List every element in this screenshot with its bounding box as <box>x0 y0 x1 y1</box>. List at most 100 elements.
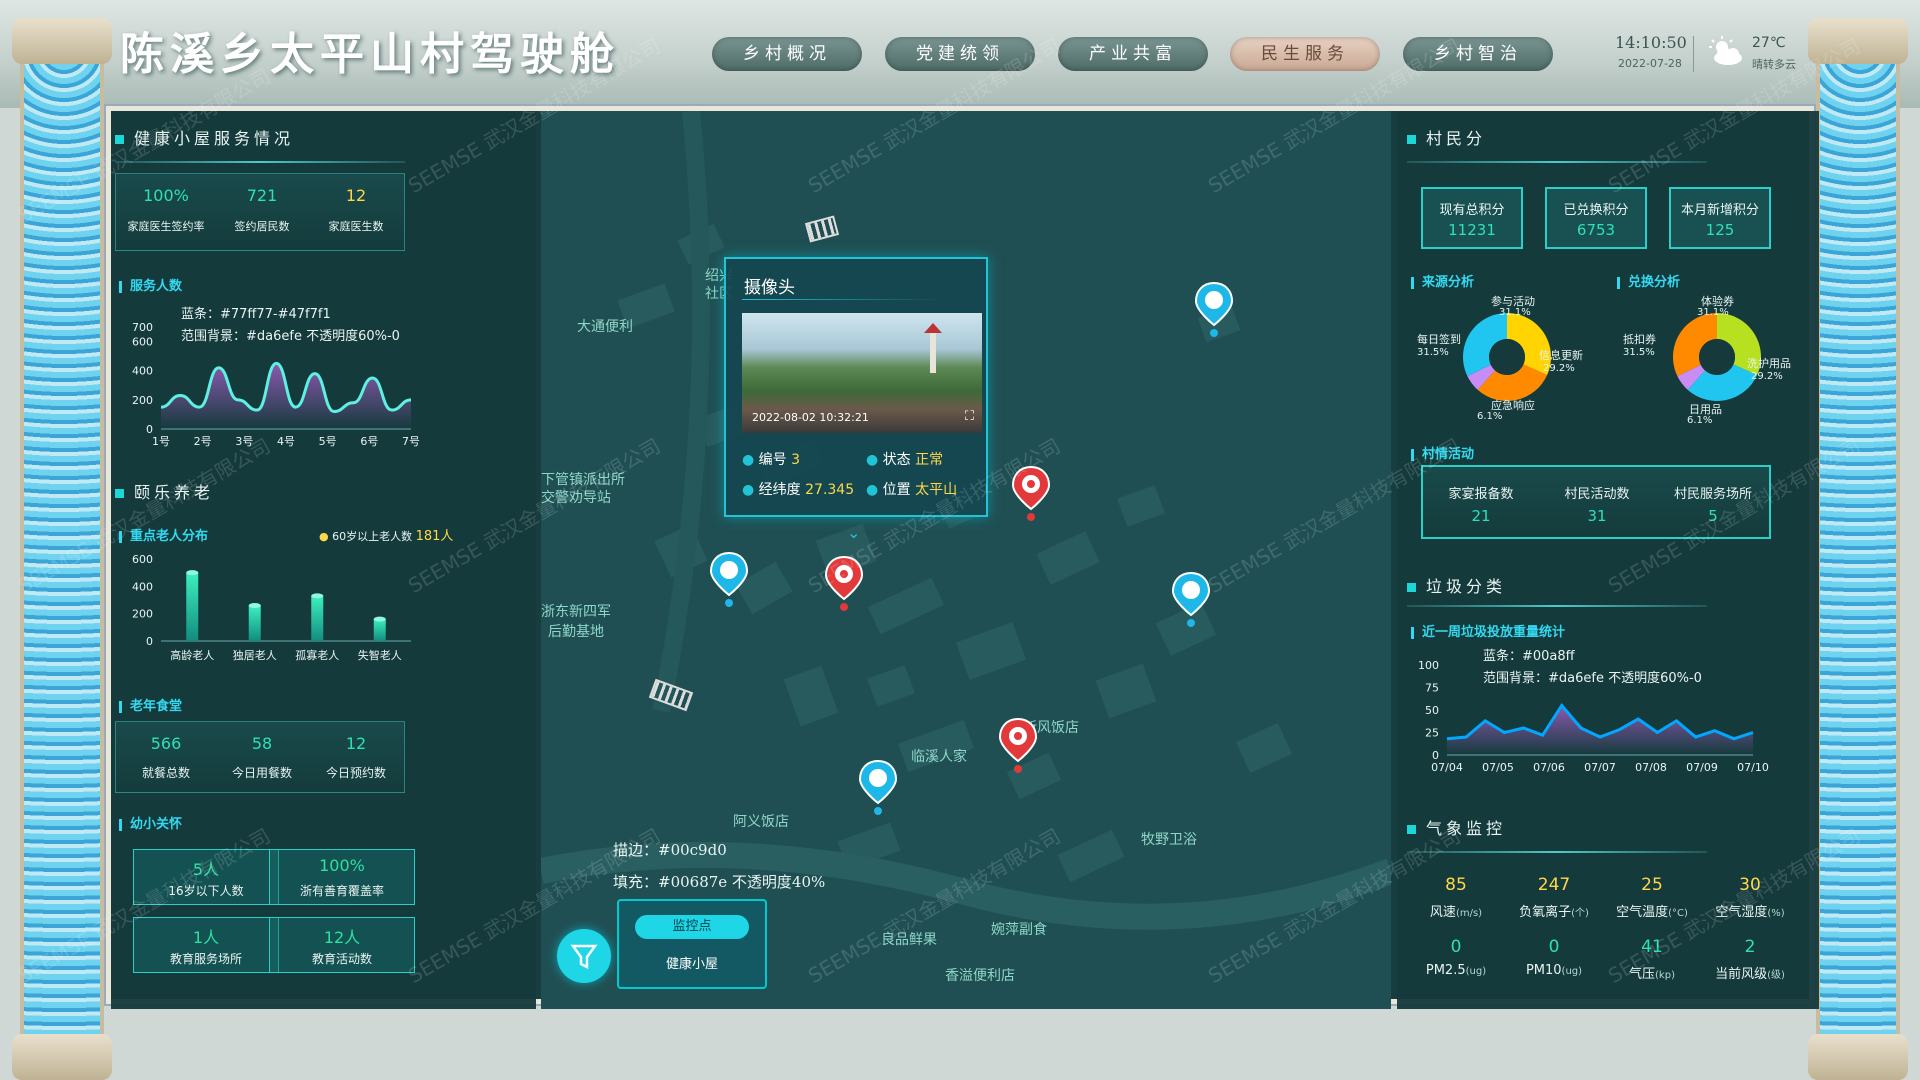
y-tick-label: 400 <box>132 580 153 593</box>
pie-value: 31.1% <box>1499 307 1531 318</box>
child-box[interactable]: 12人 教育活动数 <box>269 917 415 973</box>
x-tick-label: 07/10 <box>1737 761 1769 774</box>
activity-label: 村民服务场所 <box>1673 487 1752 502</box>
legend-health-hut[interactable]: 健康小屋 <box>619 953 765 972</box>
x-tick-label: 高龄老人 <box>170 648 214 662</box>
divider <box>1407 161 1707 163</box>
x-tick-label: 孤寡老人 <box>295 648 339 662</box>
points-box[interactable]: 现有总积分 11231 <box>1421 187 1523 249</box>
nav-industry[interactable]: 产业共富 <box>1058 37 1208 71</box>
y-tick-label: 200 <box>132 608 153 621</box>
weather-label: 风速(m/s) <box>1429 905 1483 920</box>
nav-governance[interactable]: 乡村智治 <box>1403 37 1553 71</box>
elder-legend: ● 60岁以上老人数 181人 <box>319 529 454 544</box>
village-map[interactable]: 大通便利 新风饭店 临溪人家 阿义饭店 牧野卫浴 良品鲜果 婉萍副食 香溢便利店… <box>541 111 1391 1009</box>
place-label: 交警劝导站 <box>541 490 611 506</box>
stat-label: 家庭医生签约率 <box>127 220 205 233</box>
elder-bar-cap <box>373 616 386 622</box>
elder-bar-chart: 600 400 200 0 高龄老人 独居老人 孤寡老人 失智老人 <box>132 553 411 662</box>
y-tick-label: 600 <box>132 336 153 349</box>
y-tick-label: 200 <box>132 394 153 407</box>
health-stats-card: 100% 家庭医生签约率 721 签约居民数 12 家庭医生数 <box>115 173 405 251</box>
stroke-note: 描边：#00c9d0 <box>613 841 727 859</box>
y-tick-label: 50 <box>1425 704 1439 717</box>
camera-pin[interactable] <box>1011 465 1051 521</box>
divider <box>1693 36 1694 72</box>
field-status: ● 状态 正常 <box>866 452 944 468</box>
clock-time: 14:10:50 <box>1615 33 1687 52</box>
garbage-subtitle: 近一周垃圾投放重量统计 <box>1411 621 1565 640</box>
x-tick-label: 07/09 <box>1686 761 1718 774</box>
health-hut-pin[interactable] <box>858 759 898 815</box>
y-tick-label: 400 <box>132 365 153 378</box>
section-elder-title: 颐乐养老 <box>115 479 214 503</box>
pie-label: 抵扣券 <box>1623 333 1656 346</box>
clock-date: 2022-07-28 <box>1618 57 1682 70</box>
garbage-area-chart: 100755025007/04 07/05 07/06 07/07 07/08 07/09… <box>1418 659 1769 774</box>
fill-note: 填充：#00687e 不透明度40% <box>613 873 826 891</box>
field-coords: ● 经纬度 27.345 <box>742 482 855 498</box>
weather-label: PM2.5(ug) <box>1425 963 1487 978</box>
weather-value: 0 <box>1548 937 1560 957</box>
legend-monitor-button[interactable]: 监控点 <box>635 915 749 939</box>
child-box[interactable]: 100% 浙有善育覆盖率 <box>269 849 415 905</box>
source-subtitle: 来源分析 <box>1411 271 1474 290</box>
weather-value: 25 <box>1641 875 1663 895</box>
points-box[interactable]: 已兑换积分 6753 <box>1545 187 1647 249</box>
weather-label: 负氧离子(个) <box>1519 905 1589 920</box>
nav-livelihood[interactable]: 民生服务 <box>1230 37 1380 71</box>
service-subtitle: 服务人数 <box>119 275 182 294</box>
camera-pin-selected[interactable] <box>824 555 864 611</box>
weather-label: 空气温度(°C) <box>1616 905 1688 920</box>
elder-bar <box>373 619 386 641</box>
pie-label: 每日签到 <box>1417 333 1461 346</box>
divider <box>1407 851 1707 853</box>
nav-party-building[interactable]: 党建统领 <box>885 37 1035 71</box>
x-tick-label: 1号 <box>152 435 170 448</box>
camera-pin[interactable] <box>998 717 1038 773</box>
place-label: 下管镇派出所 <box>541 472 625 488</box>
weather-value: 41 <box>1641 937 1663 957</box>
stat-value: 12 <box>345 186 367 205</box>
activity-value: 31 <box>1587 507 1607 525</box>
health-hut-pin[interactable] <box>1194 281 1234 337</box>
x-tick-label: 3号 <box>235 435 253 448</box>
x-tick-label: 独居老人 <box>233 649 277 662</box>
field-id: ● 编号 3 <box>742 452 801 468</box>
camera-feed-image[interactable]: 2022-08-02 10:32:21 ⛶ <box>742 313 982 433</box>
canteen-subtitle: 老年食堂 <box>119 695 182 714</box>
page-title: 陈溪乡太平山村驾驶舱 <box>120 29 620 80</box>
nav-village-overview[interactable]: 乡村概况 <box>712 37 862 71</box>
pie-value: 31.5% <box>1623 347 1655 358</box>
x-tick-label: 2号 <box>194 435 212 448</box>
left-scroll-decor <box>20 20 104 1080</box>
fullscreen-icon[interactable]: ⛶ <box>965 409 974 424</box>
place-label: 婉萍副食 <box>991 922 1047 938</box>
activity-label: 村民活动数 <box>1564 487 1630 502</box>
child-box[interactable]: 5人 16岁以下人数 <box>133 849 279 905</box>
y-tick-label: 700 <box>132 321 153 334</box>
canteen-card: 566 就餐总数 58 今日用餐数 12 今日预约数 <box>115 721 405 793</box>
x-tick-label: 7号 <box>402 435 420 448</box>
x-tick-label: 07/06 <box>1533 761 1565 774</box>
health-hut-pin[interactable] <box>1171 571 1211 627</box>
health-hut-pin[interactable] <box>709 551 749 607</box>
place-label: 大通便利 <box>577 319 633 335</box>
place-label: 阿义饭店 <box>733 814 789 830</box>
y-tick-label: 75 <box>1425 682 1439 695</box>
camera-timestamp: 2022-08-02 10:32:21 <box>752 411 869 424</box>
points-box[interactable]: 本月新增积分 125 <box>1669 187 1771 249</box>
stat-label: 今日预约数 <box>325 766 386 780</box>
y-tick-label: 100 <box>1418 659 1439 672</box>
pie-label: 信息更新 <box>1539 349 1583 362</box>
child-box[interactable]: 1人 教育服务场所 <box>133 917 279 973</box>
x-tick-label: 6号 <box>360 435 378 448</box>
stat-value: 12 <box>345 734 367 753</box>
exchange-subtitle: 兑换分析 <box>1617 271 1680 290</box>
place-label: 临溪人家 <box>911 749 967 765</box>
weather-value: 30 <box>1739 875 1761 895</box>
elder-bar <box>248 605 261 641</box>
camera-popup[interactable]: 摄像头 2022-08-02 10:32:21 ⛶ ● 编号 3 ● 状态 正常… <box>724 257 988 517</box>
divider <box>1407 605 1707 607</box>
filter-button[interactable] <box>557 929 611 983</box>
